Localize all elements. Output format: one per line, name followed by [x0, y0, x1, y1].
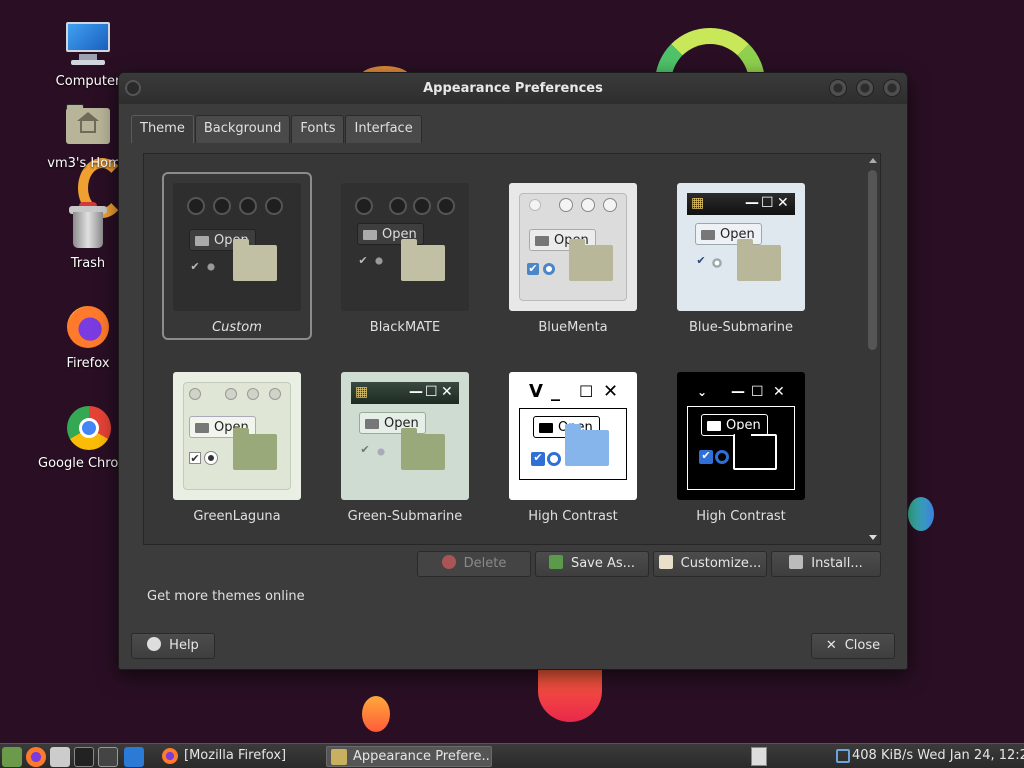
scroll-up-icon[interactable] — [869, 158, 877, 163]
save-icon — [548, 555, 563, 569]
customize-icon — [658, 555, 673, 569]
delete-icon — [441, 555, 456, 569]
install-icon — [789, 555, 804, 569]
window-title: Appearance Preferences — [423, 81, 603, 96]
firefox-launcher-icon[interactable] — [26, 747, 46, 767]
home-folder-icon — [63, 102, 113, 152]
tab-bar: Theme Background Fonts Interface — [131, 115, 423, 143]
wallpaper-shape — [362, 696, 390, 732]
close-button[interactable]: ✕ Close — [811, 633, 895, 659]
monitor-icon — [63, 20, 113, 70]
scrollbar-thumb[interactable] — [868, 170, 877, 350]
tray-file-icon[interactable] — [751, 747, 767, 766]
taskbar-task-firefox[interactable]: [Mozilla Firefox] — [158, 746, 318, 767]
theme-preview: V _ ☐ ✕ Open ✔ — [509, 372, 637, 500]
help-button[interactable]: Help — [131, 633, 215, 659]
scroll-down-icon[interactable] — [869, 535, 877, 540]
vscode-launcher-icon[interactable] — [124, 747, 144, 767]
chrome-icon — [63, 402, 113, 452]
get-more-themes-link[interactable]: Get more themes online — [147, 589, 305, 604]
theme-item-bluementa[interactable]: Open ✔ BlueMenta — [498, 172, 648, 340]
theme-item-custom[interactable]: Open ✔ Custom — [162, 172, 312, 340]
maximize-button[interactable] — [856, 79, 874, 97]
theme-preview: Open ✔ — [173, 183, 301, 311]
theme-name: High Contrast — [528, 509, 618, 524]
theme-preview: ⌄ — ☐ ✕ Open ✔ — [677, 372, 805, 500]
close-window-button[interactable] — [883, 79, 901, 97]
delete-button[interactable]: Delete — [417, 551, 531, 577]
theme-name: GreenLaguna — [193, 509, 281, 524]
theme-name: BlackMATE — [369, 320, 441, 335]
theme-preview: Open ✔ — [509, 183, 637, 311]
taskbar-task-appearance[interactable]: Appearance Prefere... — [326, 746, 492, 767]
network-monitor-icon[interactable] — [836, 749, 850, 763]
save-as-button[interactable]: Save As... — [535, 551, 649, 577]
theme-item-greenlaguna[interactable]: Open ✔ GreenLaguna — [162, 361, 312, 529]
tab-background[interactable]: Background — [194, 115, 291, 143]
tab-fonts[interactable]: Fonts — [291, 115, 345, 143]
file-manager-launcher-icon[interactable] — [50, 747, 70, 767]
theme-item-blue-submarine[interactable]: ▦ — ☐ ✕ Open ✔ Blue-Submarine — [666, 172, 816, 340]
close-icon: ✕ — [825, 638, 837, 653]
taskbar: [Mozilla Firefox] Appearance Prefere... … — [0, 743, 1024, 768]
theme-preview: ▦ — ☐ ✕ Open ✔ — [677, 183, 805, 311]
theme-item-green-submarine[interactable]: ▦ — ☐ ✕ Open ✔ Green-Submarine — [330, 361, 480, 529]
taskbar-status-clock[interactable]: 408 KiB/s Wed Jan 24, 12:26 — [852, 748, 1024, 763]
install-button[interactable]: Install... — [771, 551, 881, 577]
theme-item-high-contrast-inverse[interactable]: ⌄ — ☐ ✕ Open ✔ High Contrast — [666, 361, 816, 529]
theme-preview: ▦ — ☐ ✕ Open ✔ — [341, 372, 469, 500]
theme-item-high-contrast[interactable]: V _ ☐ ✕ Open ✔ High Contrast — [498, 361, 648, 529]
tab-interface[interactable]: Interface — [345, 115, 422, 143]
theme-name: High Contrast — [696, 509, 786, 524]
theme-preview: Open ✔ — [173, 372, 301, 500]
tab-theme[interactable]: Theme — [131, 115, 194, 143]
window-menu-button[interactable] — [125, 80, 141, 96]
theme-item-blackmate[interactable]: Open ✔ BlackMATE — [330, 172, 480, 340]
theme-preview: Open ✔ — [341, 183, 469, 311]
trash-icon — [63, 202, 113, 252]
firefox-icon — [63, 302, 113, 352]
theme-name: Green-Submarine — [347, 509, 463, 524]
theme-name: Blue-Submarine — [688, 320, 794, 335]
theme-name: BlueMenta — [538, 320, 608, 335]
wallpaper-shape — [908, 497, 934, 531]
customize-button[interactable]: Customize... — [653, 551, 767, 577]
menu-launcher-icon[interactable] — [2, 747, 22, 767]
appearance-launcher-icon[interactable] — [98, 747, 118, 767]
title-bar[interactable]: Appearance Preferences — [119, 73, 907, 104]
minimize-button[interactable] — [829, 79, 847, 97]
help-icon — [147, 637, 162, 651]
appearance-icon — [331, 749, 347, 765]
appearance-preferences-window: Appearance Preferences Theme Background … — [118, 72, 908, 670]
firefox-icon — [162, 748, 178, 764]
theme-name: Custom — [212, 320, 262, 335]
theme-list-scrollbar[interactable] — [866, 156, 878, 542]
theme-list: Open ✔ Custom Open ✔ BlackMATE ✔ BlueMen… — [143, 153, 881, 545]
terminal-launcher-icon[interactable] — [74, 747, 94, 767]
